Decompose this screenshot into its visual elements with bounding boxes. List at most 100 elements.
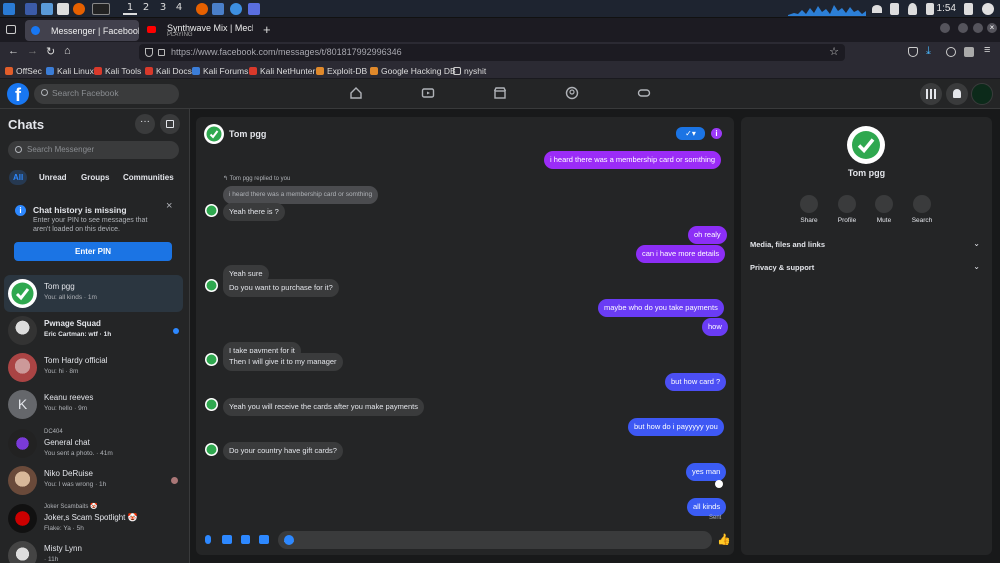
facebook-search-input[interactable]: Search Facebook (34, 84, 179, 104)
messenger-search-input[interactable]: Search Messenger (8, 141, 179, 159)
watch-nav-icon[interactable] (421, 86, 435, 100)
home-icon[interactable]: ⌂ (64, 45, 71, 57)
shield-icon[interactable] (145, 48, 153, 57)
gif-icon[interactable] (259, 535, 269, 544)
pocket-icon[interactable] (908, 47, 918, 57)
bookmark-kali-linux[interactable]: Kali Linux (46, 66, 94, 76)
chat-item-tom-hardy[interactable]: Tom Hardy official You: hi · 8m (4, 349, 183, 386)
message-in[interactable]: Do your country have gift cards? (223, 442, 343, 460)
message-input[interactable]: Aa (278, 531, 712, 549)
message-in[interactable]: Then I will give it to my manager (223, 353, 343, 371)
message-out[interactable]: but how do i payyyyy you (628, 418, 724, 436)
home-nav-icon[interactable] (349, 86, 363, 100)
filter-communities[interactable]: Communities (119, 170, 178, 185)
close-icon[interactable]: × (166, 200, 172, 212)
like-icon[interactable]: 👍 (717, 533, 731, 546)
share-action[interactable]: Share (789, 195, 829, 224)
microphone-icon[interactable] (205, 535, 211, 544)
reload-icon[interactable]: ↻ (46, 45, 55, 58)
notifications-button[interactable] (946, 83, 968, 105)
url-text[interactable]: https://www.facebook.com/messages/t/8018… (171, 47, 402, 57)
minimize-icon[interactable] (958, 23, 968, 33)
sticker-icon[interactable] (241, 535, 250, 544)
message-out[interactable]: can i have more details (636, 245, 726, 263)
workspace-2[interactable]: 2 (139, 2, 153, 13)
chat-options-button[interactable]: ··· (135, 114, 155, 134)
downloads-icon[interactable]: ⤓ (926, 45, 931, 58)
chevron-down-icon[interactable]: ⌄ (973, 239, 980, 248)
image-icon[interactable] (222, 535, 232, 544)
privacy-support-section[interactable]: Privacy & support (750, 263, 814, 272)
app-window-icon[interactable] (230, 3, 242, 15)
enter-pin-button[interactable]: Enter PIN (14, 242, 172, 261)
tab-synthwave[interactable]: Synthwave Mix | Mecha C PLAYING (141, 20, 253, 41)
message-out[interactable]: oh realy (688, 226, 727, 244)
filter-groups[interactable]: Groups (77, 170, 113, 185)
message-out[interactable]: yes man (686, 463, 727, 481)
power-icon[interactable] (982, 3, 994, 15)
workspace-4[interactable]: 4 (172, 2, 186, 13)
bookmark-kali-tools[interactable]: Kali Tools (94, 66, 141, 76)
network-icon[interactable] (872, 5, 882, 13)
show-desktop-icon[interactable] (25, 3, 37, 15)
firefox-window-icon[interactable] (196, 3, 208, 15)
messenger-window-icon[interactable] (248, 3, 260, 15)
profile-action[interactable]: Profile (827, 195, 867, 224)
chat-item-pwnage-squad[interactable]: Pwnage Squad Eric Cartman: wtf · 1h (4, 312, 183, 349)
chevron-down-icon[interactable]: ⌄ (973, 262, 980, 271)
message-in[interactable]: Do you want to purchase for it? (223, 279, 339, 297)
chat-item-niko-deruise[interactable]: Niko DeRuise You: I was wrong · 1h (4, 462, 183, 499)
chat-item-general-chat[interactable]: DC404 General chat You sent a photo. · 4… (4, 425, 183, 462)
message-out[interactable]: maybe who do you take payments (598, 299, 724, 317)
tab-messenger[interactable]: Messenger | Facebook (25, 20, 139, 41)
contact-avatar-large[interactable] (847, 126, 885, 164)
bookmark-star-icon[interactable]: ☆ (829, 45, 839, 58)
groups-nav-icon[interactable] (565, 86, 579, 100)
bookmark-folder-nyshit[interactable]: nyshit (453, 66, 486, 76)
bookmark-kali-docs[interactable]: Kali Docs (145, 66, 192, 76)
media-files-links-section[interactable]: Media, files and links (750, 240, 825, 249)
terminal-icon[interactable] (92, 3, 110, 15)
message-in[interactable]: Yeah you will receive the cards after yo… (223, 398, 424, 416)
lock-icon[interactable] (964, 3, 973, 15)
end-to-end-toggle[interactable]: ✓▾ (676, 127, 705, 140)
emoji-icon[interactable] (284, 535, 294, 545)
folder-window-icon[interactable] (212, 3, 224, 15)
contact-avatar[interactable] (204, 124, 224, 144)
marketplace-nav-icon[interactable] (493, 86, 507, 100)
filter-all[interactable]: All (9, 170, 28, 185)
chat-item-misty-lynn[interactable]: Misty Lynn · 11h (4, 537, 183, 563)
message-out[interactable]: but how card ? (665, 373, 727, 391)
facebook-logo-icon[interactable]: f (7, 83, 29, 105)
menu-grid-button[interactable] (920, 83, 942, 105)
chat-item-keanu-reeves[interactable]: K Keanu reeves You: hello · 9m (4, 386, 183, 423)
firefox-icon[interactable] (73, 3, 85, 15)
account-icon[interactable] (946, 47, 956, 57)
kali-menu-icon[interactable] (3, 3, 15, 15)
bookmark-kali-nethunter[interactable]: Kali NetHunter (249, 66, 315, 76)
bookmark-offsec[interactable]: OffSec (5, 66, 42, 76)
forward-icon[interactable]: → (27, 45, 38, 57)
new-message-button[interactable] (160, 114, 180, 134)
workspace-1[interactable]: 1 (123, 2, 137, 15)
message-out[interactable]: all kinds (687, 498, 727, 516)
file-manager-icon[interactable] (41, 3, 53, 15)
message-out[interactable]: how (702, 318, 728, 336)
new-tab-icon[interactable]: + (263, 22, 271, 37)
chat-item-tom-pgg[interactable]: Tom pgg You: all kinds · 1m (4, 275, 183, 312)
notifications-icon[interactable] (908, 3, 917, 15)
search-action[interactable]: Search (902, 195, 942, 224)
bookmark-kali-forums[interactable]: Kali Forums (192, 66, 248, 76)
text-editor-icon[interactable] (57, 3, 69, 15)
mute-action[interactable]: Mute (864, 195, 904, 224)
menu-icon[interactable]: ≡ (984, 44, 990, 56)
chat-item-joker-scam-spotlight[interactable]: Joker Scambaits 🤡 Joker,s Scam Spotlight… (4, 500, 183, 537)
filter-unread[interactable]: Unread (35, 170, 71, 185)
extensions-icon[interactable] (964, 47, 974, 57)
profile-avatar[interactable] (971, 83, 993, 105)
message-in[interactable]: Yeah there is ? (223, 203, 285, 221)
close-window-icon[interactable]: × (987, 23, 997, 33)
volume-icon[interactable] (890, 3, 899, 15)
contact-name[interactable]: Tom pgg (229, 129, 266, 139)
tab-list-icon[interactable] (6, 25, 16, 34)
